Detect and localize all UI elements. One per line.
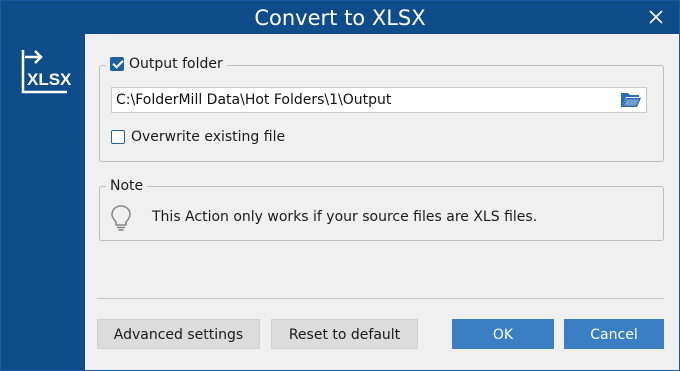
advanced-settings-button[interactable]: Advanced settings xyxy=(97,319,260,349)
title-bar[interactable]: Convert to XLSX xyxy=(1,1,679,34)
ok-button[interactable]: OK xyxy=(452,319,554,349)
overwrite-checkbox[interactable] xyxy=(111,130,125,144)
convert-dialog: Convert to XLSX XLSX Output folder C:\Fo… xyxy=(0,0,680,371)
overwrite-option[interactable]: Overwrite existing file xyxy=(111,129,285,145)
reset-to-default-button[interactable]: Reset to default xyxy=(271,319,418,349)
close-icon[interactable] xyxy=(647,8,665,26)
overwrite-label: Overwrite existing file xyxy=(131,129,286,145)
cancel-button[interactable]: Cancel xyxy=(564,319,664,349)
output-folder-checkbox[interactable] xyxy=(110,57,124,71)
logo-text: XLSX xyxy=(27,70,71,89)
lightbulb-icon xyxy=(111,205,131,231)
note-legend: Note xyxy=(110,178,144,194)
path-field-wrap xyxy=(111,87,647,113)
sidebar: XLSX xyxy=(1,34,85,370)
output-folder-legend: Output folder xyxy=(106,56,227,75)
footer-divider xyxy=(97,298,664,299)
convert-xlsx-icon: XLSX xyxy=(21,50,71,94)
output-folder-toggle[interactable]: Output folder xyxy=(110,56,223,72)
output-folder-label: Output folder xyxy=(129,56,223,72)
note-group: Note This Action only works if your sour… xyxy=(99,178,664,241)
dialog-content: Output folder Overwrite existing file No… xyxy=(85,34,679,370)
output-folder-group: Output folder Overwrite existing file xyxy=(99,56,664,162)
folder-open-icon[interactable] xyxy=(620,91,642,108)
note-text: This Action only works if your source fi… xyxy=(152,209,538,225)
dialog-title: Convert to XLSX xyxy=(254,6,426,30)
